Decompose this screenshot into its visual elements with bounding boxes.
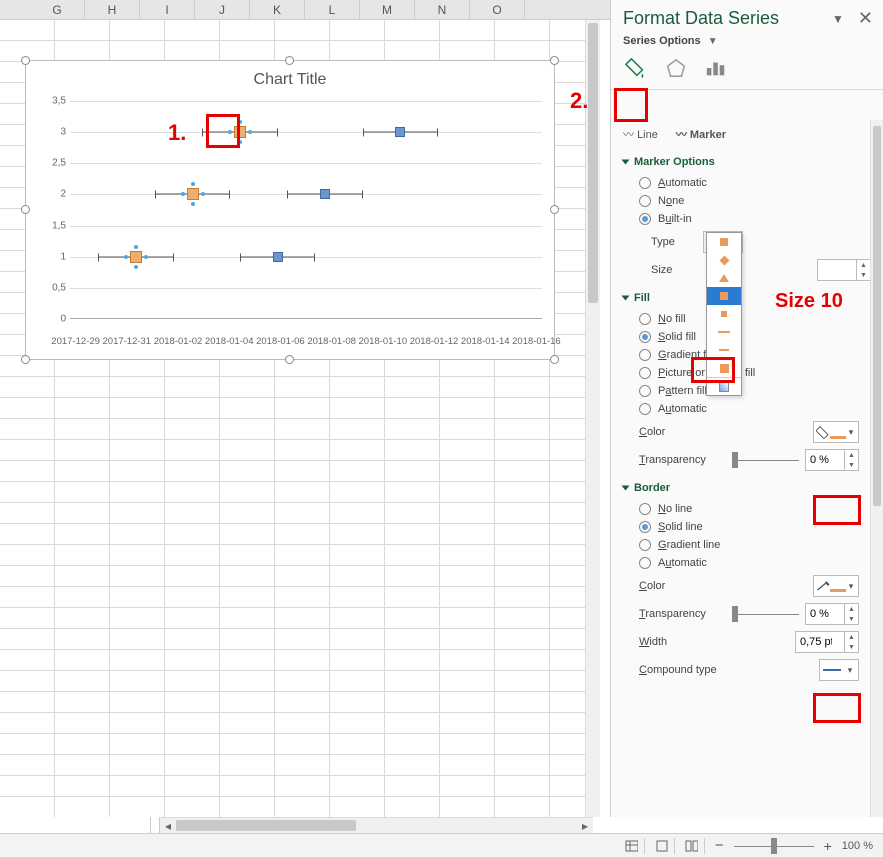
col-m[interactable]: M: [360, 0, 415, 19]
normal-view-button[interactable]: [625, 838, 645, 854]
series-options-label[interactable]: Series Options: [623, 35, 701, 47]
annotation-size10: Size 10: [775, 290, 843, 313]
fill-transparency-slider[interactable]: [735, 452, 799, 468]
border-automatic-radio[interactable]: Automatic: [623, 554, 871, 572]
fill-gradient-radio[interactable]: Gradient fill: [623, 346, 871, 364]
fill-and-line-tab[interactable]: [623, 55, 649, 81]
annotation-typelist-box: [691, 357, 735, 383]
col-j[interactable]: J: [195, 0, 250, 19]
marker-builtin-radio[interactable]: Built-in: [623, 210, 871, 228]
border-gradient-radio[interactable]: Gradient line: [623, 536, 871, 554]
zoom-level[interactable]: 100 %: [842, 840, 873, 852]
pane-menu-icon[interactable]: ▼: [832, 12, 844, 26]
annotation-fillcolor-box: [813, 495, 861, 525]
data-point-s2-p3[interactable]: [395, 127, 405, 137]
data-point-s2-p2[interactable]: [320, 189, 330, 199]
chevron-down-icon[interactable]: ▼: [708, 36, 718, 47]
fill-automatic-radio[interactable]: Automatic: [623, 400, 871, 418]
zoom-out-button[interactable]: −: [715, 837, 724, 854]
fill-transparency-input[interactable]: ▲▼: [805, 449, 859, 471]
border-color-label: Color: [639, 580, 813, 592]
fill-color-label: Color: [639, 426, 813, 438]
marker-none-radio[interactable]: None: [623, 192, 871, 210]
annotation-2: 2.: [570, 88, 588, 114]
fill-picture-radio[interactable]: Picture or texture fill: [623, 364, 871, 382]
col-l[interactable]: L: [305, 0, 360, 19]
col-o[interactable]: O: [470, 0, 525, 19]
worksheet[interactable]: Chart Title 3,5 3 2,5 2 1,5 1: [0, 20, 600, 817]
marker-size-input[interactable]: ▲▼: [817, 259, 871, 281]
border-transparency-input[interactable]: ▲▼: [805, 603, 859, 625]
page-layout-view-button[interactable]: [655, 838, 675, 854]
marker-subtab[interactable]: 〰 Marker: [676, 126, 726, 142]
border-color-button[interactable]: ▾: [813, 575, 859, 597]
border-width-input[interactable]: ▲▼: [795, 631, 859, 653]
marker-options-section[interactable]: Marker Options: [623, 156, 871, 168]
marker-type-label: Type: [651, 236, 695, 248]
status-bar: − + 100 %: [0, 833, 883, 857]
border-width-label: Width: [639, 636, 795, 648]
fill-color-button[interactable]: ▾: [813, 421, 859, 443]
effects-tab[interactable]: [663, 55, 689, 81]
zoom-slider[interactable]: [734, 838, 814, 854]
data-point-s1-p1[interactable]: [130, 251, 142, 263]
border-transparency-slider[interactable]: [735, 606, 799, 622]
marker-size-label: Size: [651, 264, 695, 276]
col-n[interactable]: N: [415, 0, 470, 19]
embedded-chart[interactable]: Chart Title 3,5 3 2,5 2 1,5 1: [25, 60, 555, 360]
border-section[interactable]: Border: [623, 482, 871, 494]
data-point-s2-p1[interactable]: [273, 252, 283, 262]
col-i[interactable]: I: [140, 0, 195, 19]
sheet-horizontal-scrollbar[interactable]: ◂▸: [160, 817, 593, 833]
series-options-tab[interactable]: [703, 55, 729, 81]
pane-title: Format Data Series: [623, 8, 826, 29]
tab-split-handle[interactable]: [150, 817, 160, 833]
zoom-in-button[interactable]: +: [824, 838, 832, 854]
sheet-vertical-scrollbar[interactable]: [585, 20, 600, 817]
marker-automatic-radio[interactable]: Automatic: [623, 174, 871, 192]
fill-transparency-label: Transparency: [639, 454, 735, 466]
annotation-1: 1.: [168, 120, 186, 146]
fill-solid-radio[interactable]: Solid fill: [623, 328, 871, 346]
fill-pattern-radio[interactable]: Pattern fill: [623, 382, 871, 400]
border-transparency-label: Transparency: [639, 608, 735, 620]
col-h[interactable]: H: [85, 0, 140, 19]
col-g[interactable]: G: [30, 0, 85, 19]
x-axis-labels: 2017-12-292017-12-31 2018-01-022018-01-0…: [50, 336, 562, 347]
compound-type-label: Compound type: [639, 664, 819, 676]
pane-close-button[interactable]: ✕: [858, 8, 873, 29]
compound-type-button[interactable]: ▾: [819, 659, 859, 681]
page-break-view-button[interactable]: [685, 838, 705, 854]
annotation-2-box: [614, 88, 648, 122]
pane-vertical-scrollbar[interactable]: [870, 120, 883, 817]
plot-area[interactable]: 3,5 3 2,5 2 1,5 1 0,5 0 2017-12-292017-1…: [70, 101, 542, 319]
chart-title[interactable]: Chart Title: [26, 61, 554, 93]
data-point-s1-p2[interactable]: [187, 188, 199, 200]
col-k[interactable]: K: [250, 0, 305, 19]
line-subtab[interactable]: 〰 Line: [623, 126, 658, 142]
annotation-bordercolor-box: [813, 693, 861, 723]
annotation-1-box: [206, 114, 240, 148]
